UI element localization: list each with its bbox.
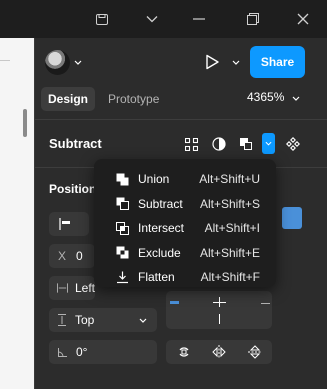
x-value: 0: [76, 249, 83, 263]
chevron-down-icon[interactable]: [141, 8, 163, 30]
vertical-constraint-value: Top: [75, 313, 95, 327]
menu-item-shortcut: Alt+Shift+I: [204, 221, 260, 236]
save-window-icon[interactable]: [91, 8, 113, 30]
menu-item-exclude[interactable]: Exclude Alt+Shift+E: [94, 241, 276, 266]
layer-type-title: Subtract: [49, 136, 102, 151]
boolean-operations-menu: Union Alt+Shift+U Subtract Alt+Shift+S I…: [94, 159, 276, 287]
exclude-icon: [115, 246, 129, 260]
tab-prototype[interactable]: Prototype: [101, 87, 166, 111]
x-position-field[interactable]: X 0: [49, 244, 95, 268]
minimize-icon[interactable]: [188, 8, 210, 30]
x-label: X: [58, 249, 67, 263]
component-grid-icon[interactable]: [182, 135, 200, 153]
menu-item-label: Flatten: [138, 270, 175, 285]
mask-icon[interactable]: [210, 135, 228, 153]
constraint-widget[interactable]: [166, 291, 272, 329]
close-icon[interactable]: [292, 8, 314, 30]
menu-item-shortcut: Alt+Shift+F: [200, 270, 260, 285]
window-titlebar: [0, 0, 327, 38]
constraint-left-line: [170, 301, 179, 304]
constraint-bottom-line: [219, 314, 220, 324]
subtract-icon[interactable]: [237, 135, 255, 153]
flip-horizontal-icon[interactable]: [212, 345, 226, 362]
constraint-center-line: [213, 302, 226, 303]
menu-item-shortcut: Alt+Shift+E: [199, 245, 260, 260]
avatar[interactable]: [45, 50, 70, 75]
menu-item-intersect[interactable]: Intersect Alt+Shift+I: [94, 216, 276, 241]
align-left-button[interactable]: [49, 212, 89, 236]
transform-buttons: [166, 340, 272, 364]
chevron-down-icon: [139, 318, 147, 323]
canvas-area[interactable]: [0, 38, 34, 389]
position-section-title: Position: [49, 182, 97, 196]
chevron-down-icon[interactable]: [73, 58, 83, 66]
constraint-selected-indicator[interactable]: [282, 207, 302, 229]
zoom-dropdown[interactable]: 4365%: [247, 90, 300, 104]
horizontal-constraint-select[interactable]: Left: [49, 276, 95, 300]
scrollbar-thumb[interactable]: [23, 109, 27, 137]
create-component-icon[interactable]: [284, 135, 302, 153]
flatten-icon: [115, 270, 129, 284]
menu-item-shortcut: Alt+Shift+S: [199, 196, 260, 211]
vertical-constraint-select[interactable]: Top: [49, 308, 157, 332]
menu-item-label: Exclude: [138, 245, 181, 260]
menu-item-label: Union: [138, 172, 170, 187]
menu-item-label: Subtract: [138, 196, 183, 211]
horizontal-constraint-value: Left: [74, 281, 95, 295]
chevron-down-icon[interactable]: [231, 58, 241, 66]
menu-item-label: Intersect: [138, 221, 185, 236]
canvas-ruler-tick: [0, 60, 10, 61]
boolean-dropdown-button[interactable]: [262, 133, 275, 154]
menu-item-union[interactable]: Union Alt+Shift+U: [94, 167, 276, 192]
menu-item-flatten[interactable]: Flatten Alt+Shift+F: [94, 265, 276, 290]
zoom-value: 4365%: [247, 90, 285, 104]
menu-item-subtract[interactable]: Subtract Alt+Shift+S: [94, 192, 276, 217]
tab-design[interactable]: Design: [41, 87, 96, 111]
subtract-icon: [115, 197, 129, 211]
menu-item-shortcut: Alt+Shift+U: [199, 172, 260, 187]
intersect-icon: [115, 221, 129, 235]
union-icon: [115, 172, 129, 186]
share-button[interactable]: Share: [250, 46, 305, 78]
constraint-right-line: [261, 303, 270, 304]
rotation-value: 0°: [76, 345, 88, 359]
rotate-icon[interactable]: [177, 345, 191, 362]
divider: [35, 119, 327, 120]
flip-vertical-icon[interactable]: [248, 345, 262, 362]
rotation-field[interactable]: 0°: [49, 340, 157, 364]
restore-icon[interactable]: [242, 8, 264, 30]
play-icon[interactable]: [203, 53, 221, 71]
